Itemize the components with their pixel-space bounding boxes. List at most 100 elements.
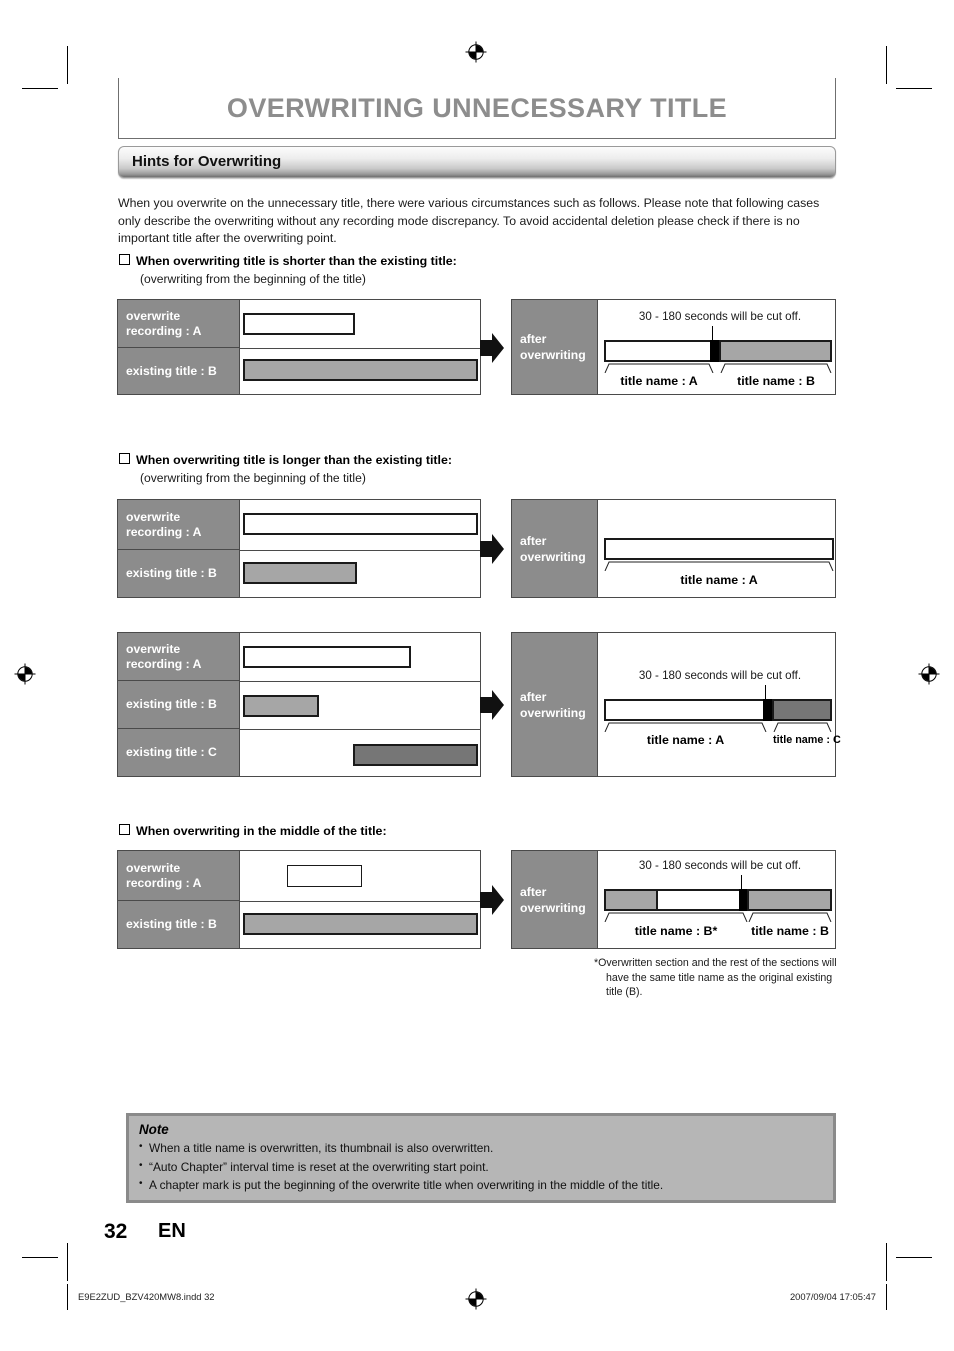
crop-mark-tl-h bbox=[22, 88, 58, 89]
cutoff-note-3: 30 - 180 seconds will be cut off. bbox=[638, 669, 802, 682]
bar-overwrite-a bbox=[243, 646, 411, 668]
page-title: OVERWRITING UNNECESSARY TITLE bbox=[226, 92, 728, 123]
crop-mark-bl-v bbox=[67, 1243, 68, 1281]
segment-title-a bbox=[604, 340, 714, 362]
case2-before-panel: overwrite recording : A existing title :… bbox=[117, 499, 481, 598]
label-line-1: after bbox=[520, 884, 547, 899]
label-existing-title-c: existing title : C bbox=[118, 729, 239, 776]
panel-row-divider bbox=[239, 550, 480, 551]
label-line-2: overwriting bbox=[520, 705, 586, 720]
cutoff-tick-3 bbox=[765, 685, 767, 700]
label-existing-title-b: existing title : B bbox=[118, 550, 239, 597]
panel-vertical-divider bbox=[597, 851, 598, 948]
note-item: A chapter mark is put the beginning of t… bbox=[139, 1175, 823, 1195]
label-overwrite-recording-a: overwrite recording : A bbox=[118, 300, 239, 348]
panel-row-divider bbox=[239, 901, 480, 902]
label-line-2: recording : A bbox=[126, 524, 202, 539]
label-line-1: after bbox=[520, 332, 547, 346]
case-heading-1: When overwriting title is shorter than t… bbox=[119, 254, 457, 268]
flow-arrow-icon-2 bbox=[479, 533, 505, 565]
panel-vertical-divider bbox=[597, 300, 598, 394]
brace-title-b-4 bbox=[748, 911, 832, 922]
footnote-block: *Overwritten section and the rest of the… bbox=[594, 956, 844, 1000]
title-name-a-2: title name : A bbox=[680, 573, 758, 587]
crop-mark-tl-v bbox=[67, 46, 68, 84]
bar-existing-b bbox=[243, 695, 319, 717]
title-name-b-4: title name : B bbox=[751, 924, 829, 938]
case-heading-3-text: When overwriting in the middle of the ti… bbox=[136, 824, 387, 838]
case3-after-panel: after overwriting 30 - 180 seconds will … bbox=[511, 632, 841, 777]
page-title-box: OVERWRITING UNNECESSARY TITLE bbox=[118, 78, 836, 139]
crop-mark-tr-v bbox=[886, 46, 887, 84]
footnote-line-1: *Overwritten section and the rest of the… bbox=[594, 957, 837, 969]
registration-mark-right bbox=[918, 663, 940, 685]
label-line-1: after bbox=[520, 689, 547, 704]
page-language: EN bbox=[158, 1220, 186, 1242]
label-line-1: overwrite bbox=[126, 641, 181, 656]
crop-mark-tr-h bbox=[896, 88, 932, 89]
label-after-overwriting-4: after overwriting bbox=[512, 851, 597, 948]
label-line-2: overwriting bbox=[520, 348, 586, 362]
case4-before-panel: overwrite recording : A existing title :… bbox=[117, 850, 481, 949]
bar-overwrite-a bbox=[287, 865, 362, 887]
panel-row-divider bbox=[239, 681, 480, 682]
registration-mark-left bbox=[14, 663, 36, 685]
case-subheading-1: (overwriting from the beginning of the t… bbox=[140, 272, 366, 286]
case3-before-panel: overwrite recording : A existing title :… bbox=[117, 632, 481, 777]
page-number: 32 bbox=[104, 1220, 128, 1243]
registration-mark-top bbox=[465, 41, 487, 63]
label-overwrite-recording-a: overwrite recording : A bbox=[118, 500, 239, 550]
crop-mark-br-h bbox=[896, 1257, 932, 1258]
case-heading-1-text: When overwriting title is shorter than t… bbox=[136, 254, 457, 268]
label-existing-title-b: existing title : B bbox=[118, 901, 239, 948]
label-overwrite-recording-a: overwrite recording : A bbox=[118, 633, 239, 681]
footer-rule-right bbox=[886, 1284, 887, 1310]
panel-vertical-divider bbox=[239, 851, 240, 948]
footer-rule-left bbox=[67, 1284, 68, 1310]
registration-mark-bottom bbox=[465, 1288, 487, 1310]
label-overwrite-recording-a: overwrite recording : A bbox=[118, 851, 239, 901]
note-title: Note bbox=[139, 1122, 169, 1137]
segment-title-b bbox=[719, 340, 832, 362]
case2-after-panel: after overwriting title name : A bbox=[511, 499, 836, 598]
label-line-1: overwrite bbox=[126, 308, 181, 323]
label-after-overwriting-1: after overwriting bbox=[512, 300, 597, 394]
panel-vertical-divider bbox=[597, 500, 598, 597]
case-heading-2: When overwriting title is longer than th… bbox=[119, 453, 452, 467]
brace-title-a-2 bbox=[604, 560, 834, 571]
case1-before-panel: overwrite recording : A existing title :… bbox=[117, 299, 481, 395]
flow-arrow-icon-4 bbox=[479, 884, 505, 916]
bar-overwrite-a bbox=[243, 313, 355, 335]
cutoff-note-1: 30 - 180 seconds will be cut off. bbox=[638, 310, 802, 323]
cutoff-note-4: 30 - 180 seconds will be cut off. bbox=[638, 859, 802, 872]
label-line-1: after bbox=[520, 533, 547, 548]
case-heading-2-text: When overwriting title is longer than th… bbox=[136, 453, 452, 467]
label-line-2: recording : A bbox=[126, 875, 202, 890]
title-name-c-3: title name : C bbox=[773, 734, 841, 746]
note-list: When a title name is overwritten, its th… bbox=[139, 1138, 823, 1195]
footnote-line-2: have the same title name as the original… bbox=[606, 971, 833, 984]
panel-row-divider bbox=[239, 729, 480, 730]
segment-title-c bbox=[772, 699, 832, 721]
flow-arrow-icon-3 bbox=[479, 689, 505, 721]
segment-title-a bbox=[604, 538, 834, 560]
panel-row-divider bbox=[239, 348, 480, 349]
bar-existing-b bbox=[243, 562, 357, 584]
brace-title-b-1 bbox=[720, 362, 832, 373]
footer-timestamp: 2007/09/04 17:05:47 bbox=[789, 1291, 876, 1302]
label-after-overwriting-2: after overwriting bbox=[512, 500, 597, 597]
footer-filename: E9E2ZUD_BZV420MW8.indd 32 bbox=[78, 1291, 215, 1302]
footnote-line-3: title (B). bbox=[606, 986, 643, 998]
title-name-b-star-4: title name : B* bbox=[634, 924, 718, 938]
label-line-1: overwrite bbox=[126, 860, 181, 875]
section-header-label: Hints for Overwriting bbox=[132, 152, 282, 170]
brace-title-c-3 bbox=[773, 721, 832, 732]
label-after-overwriting-3: after overwriting bbox=[512, 633, 597, 776]
case1-after-panel: after overwriting 30 - 180 seconds will … bbox=[511, 299, 836, 395]
intro-paragraph: When you overwrite on the unnecessary ti… bbox=[118, 196, 820, 246]
case-heading-3: When overwriting in the middle of the ti… bbox=[119, 824, 387, 838]
cutoff-tick-1 bbox=[712, 326, 714, 341]
bar-existing-b bbox=[243, 359, 478, 381]
segment-title-b-star-left bbox=[604, 889, 658, 911]
label-line-1: overwrite bbox=[126, 509, 181, 524]
